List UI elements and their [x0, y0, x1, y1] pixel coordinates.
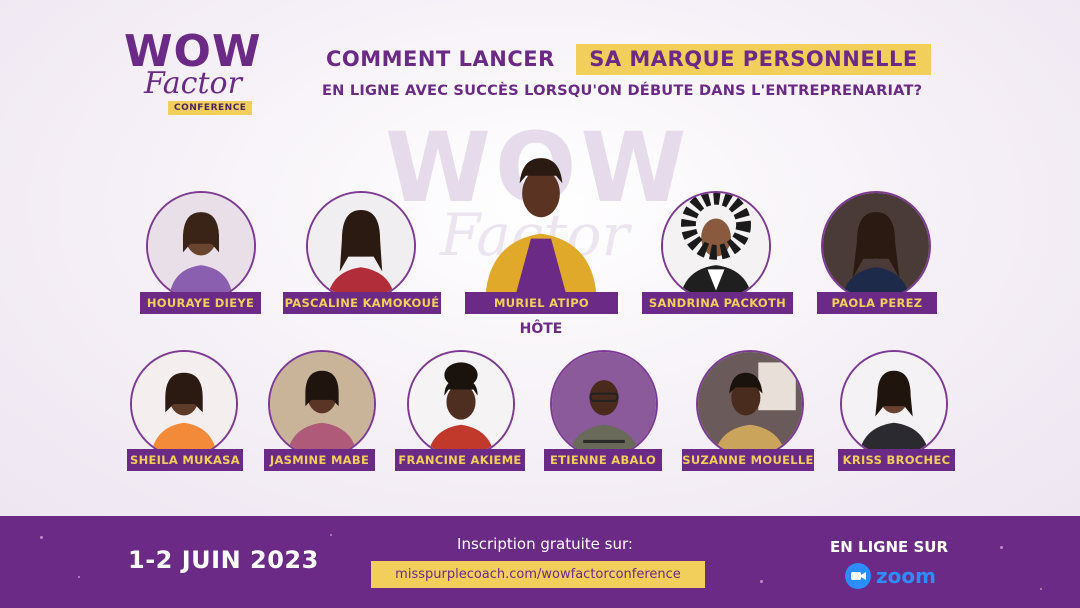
registration-label: Inscription gratuite sur:: [457, 535, 633, 553]
sparkle-decoration: [760, 580, 763, 583]
speaker-name: PASCALINE KAMOKOUÉ: [283, 292, 441, 314]
conference-logo: WOW Factor CONFERENCE: [118, 30, 268, 120]
person-icon: [132, 352, 236, 456]
person-icon: [308, 193, 414, 299]
zoom-logo-text: zoom: [876, 564, 936, 588]
speaker-name: SUZANNE MOUELLE: [682, 449, 814, 471]
speaker-name: KRISS BROCHEC: [838, 449, 955, 471]
headline-part1: COMMENT LANCER: [326, 47, 555, 71]
speaker-photo: [478, 148, 604, 294]
speaker-photo: [661, 191, 771, 301]
sparkle-decoration: [40, 536, 43, 539]
person-icon: [663, 193, 769, 299]
person-icon: [409, 352, 513, 456]
speaker-name: PAOLA PEREZ: [817, 292, 937, 314]
speaker-photo: [146, 191, 256, 301]
headline-line2: EN LIGNE AVEC SUCCÈS LORSQU'ON DÉBUTE DA…: [322, 82, 923, 99]
sparkle-decoration: [330, 534, 332, 536]
speaker-photo: [821, 191, 931, 301]
online-label: EN LIGNE SUR: [829, 538, 949, 556]
speaker-name: FRANCINE AKIEME: [395, 449, 525, 471]
sparkle-decoration: [1040, 588, 1042, 590]
person-icon: [270, 352, 374, 456]
person-icon: [698, 352, 802, 456]
sparkle-decoration: [78, 576, 80, 578]
zoom-camera-icon: [845, 563, 871, 589]
speaker-name: HOURAYE DIEYE: [140, 292, 261, 314]
speaker-photo: [550, 350, 658, 458]
speaker-photo: [268, 350, 376, 458]
host-label: HÔTE: [519, 321, 563, 337]
sparkle-decoration: [1000, 546, 1003, 549]
person-icon: [552, 352, 656, 456]
speaker-name: MURIEL ATIPO: [465, 292, 618, 314]
person-icon: [485, 158, 597, 294]
logo-factor-text: Factor: [144, 66, 242, 101]
speaker-photo: [130, 350, 238, 458]
speaker-photo: [696, 350, 804, 458]
speaker-photo: [840, 350, 948, 458]
person-icon: [842, 352, 946, 456]
speaker-name: SHEILA MUKASA: [127, 449, 243, 471]
speaker-name: SANDRINA PACKOTH: [642, 292, 793, 314]
speaker-name: JASMINE MABE: [264, 449, 375, 471]
speaker-photo: [407, 350, 515, 458]
registration-link[interactable]: misspurplecoach.com/wowfactorconference: [371, 561, 705, 588]
speaker-photo: [306, 191, 416, 301]
person-icon: [823, 193, 929, 299]
person-icon: [148, 193, 254, 299]
headline-highlight: SA MARQUE PERSONNELLE: [576, 44, 931, 75]
event-date: 1-2 JUIN 2023: [128, 546, 319, 574]
speaker-name: ETIENNE ABALO: [544, 449, 662, 471]
logo-conference-tag: CONFERENCE: [168, 101, 253, 115]
